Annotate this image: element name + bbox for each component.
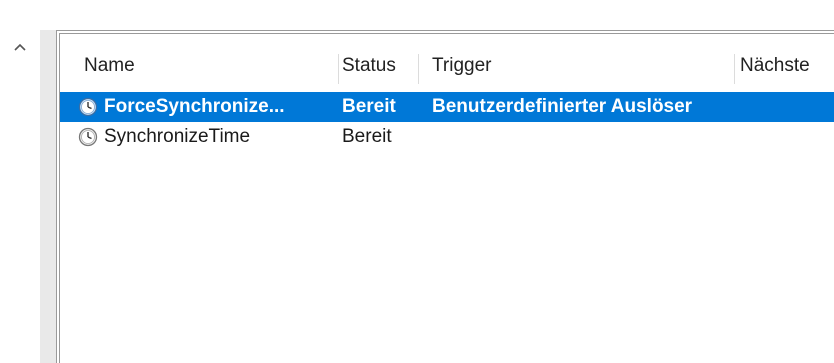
- task-status: Bereit: [342, 96, 396, 117]
- cell-trigger[interactable]: Benutzerdefinierter Auslöser: [432, 92, 812, 122]
- column-header-label: Name: [84, 55, 135, 76]
- column-header-label: Nächste: [740, 55, 810, 76]
- task-trigger: Benutzerdefinierter Auslöser: [432, 96, 693, 117]
- column-header-name[interactable]: Name: [84, 50, 336, 82]
- column-separator[interactable]: [418, 54, 419, 84]
- table-row[interactable]: ForceSynchronize... Bereit Benutzerdefin…: [60, 92, 834, 122]
- chevron-up-icon: [14, 43, 26, 51]
- top-strip: [0, 0, 834, 31]
- splitter-gutter[interactable]: [40, 30, 56, 363]
- clock-icon: [78, 127, 98, 147]
- column-header-status[interactable]: Status: [342, 50, 414, 82]
- column-separator[interactable]: [734, 54, 735, 84]
- cell-status[interactable]: Bereit: [342, 92, 414, 122]
- cell-status[interactable]: Bereit: [342, 122, 414, 152]
- left-scrollbar[interactable]: [0, 30, 40, 363]
- cell-trigger[interactable]: [432, 122, 812, 152]
- table-header: Name Status Trigger Nächste: [60, 50, 834, 84]
- task-name: SynchronizeTime: [104, 126, 251, 147]
- cell-name[interactable]: SynchronizeTime: [78, 122, 336, 152]
- task-name: ForceSynchronize...: [104, 96, 285, 117]
- column-separator[interactable]: [338, 54, 339, 84]
- cell-name[interactable]: ForceSynchronize...: [78, 92, 336, 122]
- column-header-trigger[interactable]: Trigger: [432, 50, 732, 82]
- task-list-pane: Name Status Trigger Nächste ForceSynchro…: [56, 30, 834, 363]
- clock-icon: [78, 97, 98, 117]
- column-header-label: Trigger: [432, 55, 492, 76]
- column-header-next[interactable]: Nächste: [740, 50, 834, 82]
- task-status: Bereit: [342, 126, 392, 147]
- column-header-label: Status: [342, 55, 396, 76]
- table-row[interactable]: SynchronizeTime Bereit: [60, 122, 834, 152]
- scroll-up-button[interactable]: [8, 38, 32, 56]
